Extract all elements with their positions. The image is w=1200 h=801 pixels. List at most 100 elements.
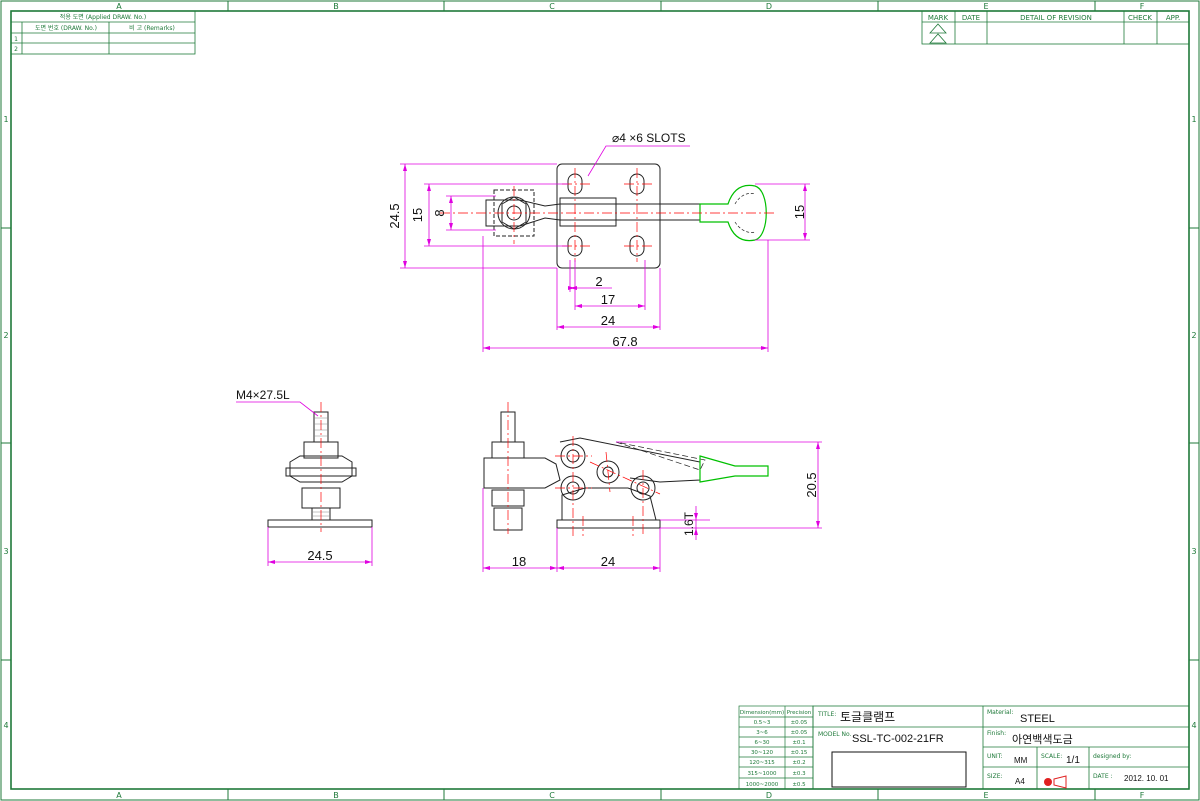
applied-table-title: 적용 도면 (Applied DRAW. No.)	[60, 13, 146, 21]
side-view: 18 24 20.5 1.6T	[482, 402, 822, 572]
zone-row-1: 1	[3, 115, 8, 124]
title-block-stamp-box	[831, 751, 967, 788]
size-value: A4	[1015, 777, 1025, 786]
tolerance-range-1: 3~6	[756, 730, 768, 736]
title-label: TITLE:	[817, 711, 836, 718]
zone-col-f-bottom: F	[1140, 791, 1145, 800]
zone-col-b: B	[333, 2, 339, 11]
end-view: M4×27.5L 24.5	[236, 388, 373, 566]
top-view: ⌀4 ×6 SLOTS 24.5 15 8 15 2 17 24 67.8	[387, 131, 810, 352]
projection-symbol-icon	[1044, 775, 1067, 789]
date-label: DATE :	[1093, 773, 1113, 780]
zone-row-4: 4	[3, 721, 8, 730]
tolerance-prec-2: ±0.1	[792, 740, 805, 746]
zone-col-e: E	[983, 2, 988, 11]
zone-row-2-right: 2	[1191, 331, 1196, 340]
applied-col-draw: 도면 번호 (DRAW. No.)	[35, 24, 97, 32]
end-view-base	[267, 519, 373, 528]
side-arm	[483, 457, 561, 489]
tolerance-header-prec: Precision	[787, 710, 812, 716]
tolerance-range-5: 315~1000	[747, 771, 777, 777]
zone-col-a: A	[116, 2, 122, 11]
tolerance-prec-1: ±0.05	[791, 730, 808, 736]
side-view-dimension-texts: 18 24 20.5 1.6T	[512, 472, 819, 569]
applied-row-2: 2	[14, 46, 18, 53]
dim-stud: M4×27.5L	[236, 388, 290, 402]
dim-24-top: 24	[601, 313, 615, 328]
applied-col-remarks: 비 고 (Remarks)	[129, 24, 175, 32]
finish-label: Finish:	[987, 730, 1006, 737]
dim-24-side: 24	[601, 554, 615, 569]
designed-label: designed by:	[1093, 753, 1131, 760]
tolerance-prec-4: ±0.2	[792, 760, 805, 766]
tolerance-table: Dimension(mm) Precision 0.5~3 ±0.05 3~6 …	[738, 705, 814, 790]
title-block: TITLE: MODEL No. Material: Finish: UNIT:…	[812, 705, 1190, 790]
dim-24-5-vertical: 24.5	[387, 203, 402, 228]
revision-col-detail: DETAIL OF REVISION	[1020, 14, 1092, 22]
revision-col-app: APP.	[1166, 14, 1180, 22]
side-view-arrowheads	[483, 442, 820, 570]
base-plate	[556, 163, 661, 269]
zone-col-e-bottom: E	[983, 791, 988, 800]
zone-col-c-bottom: C	[549, 791, 555, 800]
applied-drawing-table: 적용 도면 (Applied DRAW. No.) 도면 번호 (DRAW. N…	[10, 10, 196, 55]
tolerance-range-4: 120~315	[749, 760, 775, 766]
scale-label: SCALE:	[1041, 753, 1062, 760]
end-view-dimension-lines	[236, 401, 373, 566]
revision-col-check: CHECK	[1128, 14, 1152, 22]
dim-18: 18	[512, 554, 526, 569]
zone-col-c: C	[549, 2, 555, 11]
size-label: SIZE:	[987, 773, 1003, 780]
zone-col-b-bottom: B	[333, 791, 339, 800]
top-view-centerlines	[440, 168, 775, 262]
dim-1-6t: 1.6T	[682, 511, 696, 536]
zone-labels: A B C D E F A B C D E F 1 2 3 4 1 2 3 4	[3, 2, 1196, 800]
dim-20-5: 20.5	[804, 472, 819, 497]
pivot-block	[559, 197, 617, 227]
zone-col-d-bottom: D	[766, 791, 772, 800]
dim-15-right: 15	[792, 205, 807, 219]
drawing-frame	[0, 0, 1200, 801]
zone-row-1-right: 1	[1191, 115, 1196, 124]
zone-col-a-bottom: A	[116, 791, 122, 800]
dim-8: 8	[432, 209, 447, 216]
tolerance-range-2: 6~30	[754, 740, 770, 746]
tolerance-range-0: 0.5~3	[754, 720, 771, 726]
tolerance-prec-3: ±0.15	[791, 750, 808, 756]
tolerance-range-6: 1000~2000	[746, 782, 779, 788]
revision-col-mark: MARK	[928, 14, 949, 22]
zone-row-3-right: 3	[1191, 547, 1196, 556]
dim-24-5-horizontal: 24.5	[307, 548, 332, 563]
side-view-centerlines	[507, 402, 661, 536]
tolerance-prec-0: ±0.05	[791, 720, 808, 726]
technical-drawing: A B C D E F A B C D E F 1 2 3 4 1 2 3 4 …	[0, 0, 1200, 801]
revision-table: MARK DATE DETAIL OF REVISION CHECK APP.	[921, 10, 1190, 45]
material-label: Material:	[987, 709, 1013, 716]
unit-value: MM	[1014, 756, 1028, 765]
zone-col-d: D	[766, 2, 772, 11]
tolerance-prec-5: ±0.3	[792, 771, 806, 777]
finish-value: 아연백색도금	[1012, 733, 1073, 746]
tolerance-range-3: 30~120	[751, 750, 774, 756]
side-handle-grip	[699, 455, 769, 483]
zone-row-2: 2	[3, 331, 8, 340]
side-base	[556, 519, 661, 529]
zone-row-3: 3	[3, 547, 8, 556]
tolerance-prec-6: ±0.5	[792, 782, 806, 788]
zone-row-4-right: 4	[1191, 721, 1196, 730]
model-number: SSL-TC-002-21FR	[852, 733, 944, 745]
revision-col-date: DATE	[962, 14, 980, 22]
dim-2: 2	[595, 274, 602, 289]
drawing-sheet: A B C D E F A B C D E F 1 2 3 4 1 2 3 4 …	[0, 0, 1200, 801]
zone-col-f: F	[1140, 2, 1145, 11]
dim-15-left: 15	[410, 208, 425, 222]
dim-67-8: 67.8	[612, 334, 637, 349]
dim-slots: ⌀4 ×6 SLOTS	[612, 131, 686, 145]
dim-17: 17	[601, 292, 615, 307]
side-handle-hidden	[615, 441, 706, 471]
model-label: MODEL No.	[818, 731, 852, 738]
material-value: STEEL	[1020, 713, 1055, 725]
date-value: 2012. 10. 01	[1124, 774, 1169, 783]
drawing-title: 토글클램프	[840, 710, 895, 724]
scale-value: 1/1	[1066, 755, 1080, 766]
